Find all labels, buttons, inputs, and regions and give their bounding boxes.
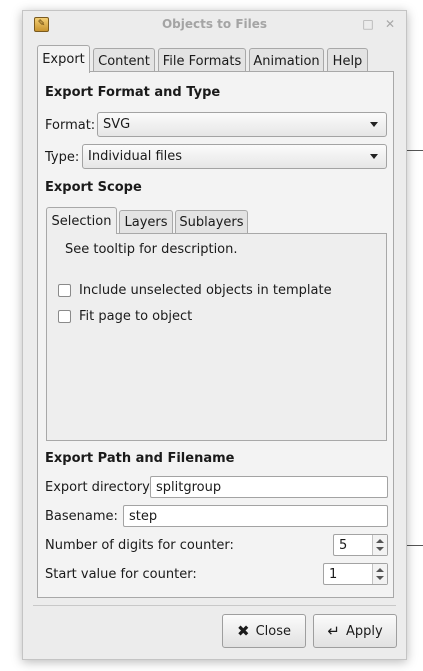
type-value: Individual files [88,149,183,164]
tooltip-hint-text: See tooltip for description. [65,242,238,257]
window-title: Objects to Files [161,17,268,31]
tab-label: Content [98,53,150,69]
title-bar[interactable]: ✎ Objects to Files □ ✕ [23,11,406,39]
subtab-layers[interactable]: Layers [119,210,173,234]
close-x-icon: ✖ [237,621,250,640]
spin-down-icon[interactable] [376,547,384,551]
fit-page-checkbox[interactable] [58,310,71,323]
include-unselected-checkbox[interactable] [58,284,71,297]
format-label: Format: [45,118,96,133]
export-path-heading: Export Path and Filename [45,451,235,466]
type-label: Type: [45,150,80,165]
basename-input[interactable]: step [123,505,388,527]
start-value-spinbutton[interactable]: 1 [323,563,388,585]
tab-label: Help [332,53,363,69]
subtab-label: Selection [51,213,112,229]
close-button-label: Close [255,623,291,639]
spin-down-icon[interactable] [376,576,384,580]
apply-button-label: Apply [345,623,383,639]
chevron-down-icon [370,154,378,159]
start-value: 1 [329,567,338,582]
start-value-label: Start value for counter: [45,567,197,582]
background-line [406,150,423,151]
spin-buttons[interactable] [372,535,387,555]
type-dropdown[interactable]: Individual files [82,144,387,169]
maximize-icon[interactable]: □ [360,16,376,32]
digits-label: Number of digits for counter: [45,538,234,553]
export-directory-value: splitgroup [156,479,222,495]
apply-button[interactable]: ↵ Apply [313,614,397,648]
close-button[interactable]: ✖ Close [222,614,306,648]
tab-export[interactable]: Export [37,45,90,73]
tab-animation[interactable]: Animation [249,48,324,73]
tab-file-formats[interactable]: File Formats [158,48,246,73]
subtab-label: Sublayers [179,215,244,230]
export-directory-label: Export directory: [45,480,154,495]
tab-content[interactable]: Content [93,48,155,73]
basename-value: step [129,508,158,524]
include-unselected-label[interactable]: Include unselected objects in template [79,283,332,298]
spin-buttons[interactable] [372,564,387,584]
subtab-label: Layers [124,215,168,230]
dialog-window: ✎ Objects to Files □ ✕ Export Content Fi… [22,10,407,660]
tab-label: Animation [253,53,320,69]
digits-value: 5 [339,538,348,553]
spin-up-icon[interactable] [376,568,384,572]
basename-label: Basename: [45,509,118,524]
digits-spinbutton[interactable]: 5 [333,534,388,556]
format-dropdown[interactable]: SVG [97,112,387,137]
export-scope-heading: Export Scope [45,180,142,195]
close-icon[interactable]: ✕ [382,16,398,32]
subtab-selection[interactable]: Selection [46,207,117,234]
separator [33,605,396,606]
selection-subpanel: See tooltip for description. Include uns… [46,233,387,441]
chevron-down-icon [370,122,378,127]
export-directory-input[interactable]: splitgroup [150,476,388,498]
fit-page-label[interactable]: Fit page to object [79,309,192,324]
export-tab-panel: Export Format and Type Format: SVG Type:… [37,71,394,598]
background-line [406,545,423,546]
tab-label: Export [42,52,85,67]
subtab-sublayers[interactable]: Sublayers [175,210,248,234]
tab-help[interactable]: Help [327,48,368,73]
format-value: SVG [103,117,131,132]
export-format-heading: Export Format and Type [45,85,221,100]
tab-label: File Formats [162,53,242,69]
spin-up-icon[interactable] [376,539,384,543]
return-arrow-icon: ↵ [327,621,340,640]
